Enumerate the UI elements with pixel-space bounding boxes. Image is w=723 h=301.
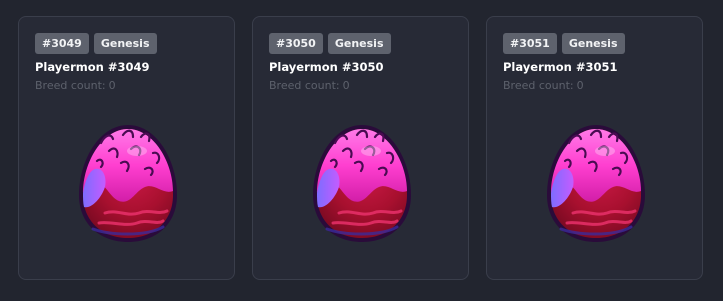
badge-row: #3049 Genesis xyxy=(35,33,157,54)
genesis-badge: Genesis xyxy=(327,33,391,54)
playermon-grid: #3049 Genesis Playermon #3049 Breed coun… xyxy=(18,16,703,280)
breed-count-value: 0 xyxy=(342,79,350,92)
breed-count-value: 0 xyxy=(576,79,584,92)
breed-count: Breed count: 0 xyxy=(35,79,116,92)
genesis-badge: Genesis xyxy=(561,33,625,54)
playermon-card[interactable]: #3049 Genesis Playermon #3049 Breed coun… xyxy=(18,16,235,280)
egg-image xyxy=(309,121,415,245)
breed-count-label: Breed count: xyxy=(503,79,574,92)
id-badge: #3051 xyxy=(503,33,557,54)
breed-count: Breed count: 0 xyxy=(269,79,350,92)
badge-row: #3051 Genesis xyxy=(503,33,625,54)
playermon-name: Playermon #3049 xyxy=(35,60,150,74)
breed-count: Breed count: 0 xyxy=(503,79,584,92)
id-badge: #3049 xyxy=(35,33,89,54)
playermon-name: Playermon #3051 xyxy=(503,60,618,74)
breed-count-label: Breed count: xyxy=(35,79,106,92)
playermon-name: Playermon #3050 xyxy=(269,60,384,74)
breed-count-value: 0 xyxy=(108,79,116,92)
genesis-badge: Genesis xyxy=(93,33,157,54)
badge-row: #3050 Genesis xyxy=(269,33,391,54)
breed-count-label: Breed count: xyxy=(269,79,340,92)
id-badge: #3050 xyxy=(269,33,323,54)
playermon-card[interactable]: #3050 Genesis Playermon #3050 Breed coun… xyxy=(252,16,469,280)
playermon-card[interactable]: #3051 Genesis Playermon #3051 Breed coun… xyxy=(486,16,703,280)
egg-image xyxy=(543,121,649,245)
egg-image xyxy=(75,121,181,245)
